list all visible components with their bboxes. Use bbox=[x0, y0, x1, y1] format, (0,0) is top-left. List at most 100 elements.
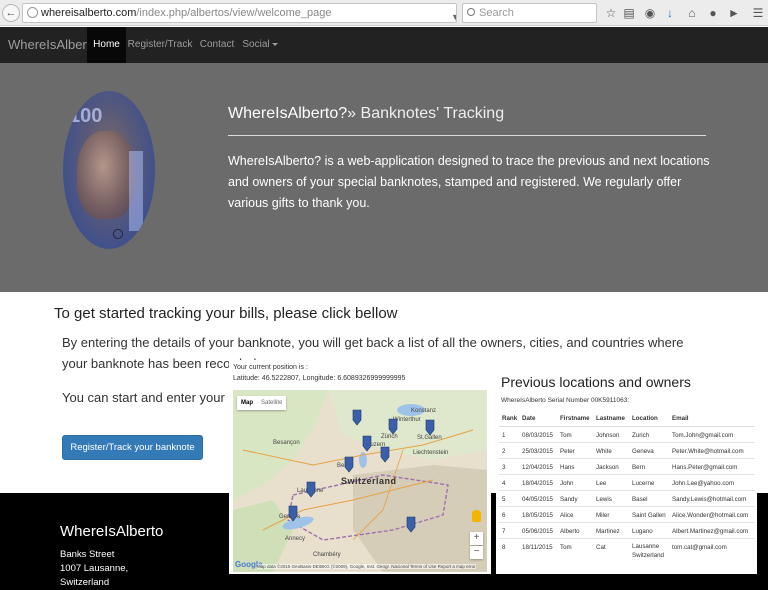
cell-lastname: Martinez bbox=[593, 521, 629, 538]
jumbotron-description: WhereIsAlberto? is a web-application des… bbox=[228, 154, 710, 210]
map-marker-2 bbox=[388, 418, 398, 435]
table-row: 5 04/05/2015 Sandy Lewis Basel Sandy.Lew… bbox=[499, 489, 755, 506]
cell-email: Sandy.Lewis@hotmail.com bbox=[669, 489, 755, 506]
cell-rank: 1 bbox=[499, 425, 519, 442]
cell-email: tom.cat@gmail.com bbox=[669, 537, 755, 560]
cell-firstname: Hans bbox=[557, 457, 593, 474]
cell-lastname: Lee bbox=[593, 473, 629, 490]
cell-email: Hans.Peter@gmail.com bbox=[669, 457, 755, 474]
table-row: 2 25/03/2015 Peter White Geneva Peter.Wh… bbox=[499, 441, 755, 458]
table-row: 7 05/06/2015 Alberto Martinez Lugano Alb… bbox=[499, 521, 755, 538]
map-view[interactable]: Map Satellite Konstanz Winterthur Zürich … bbox=[233, 390, 487, 572]
cell-location: Zurich bbox=[629, 425, 669, 442]
footer-brand: WhereIsAlberto bbox=[60, 523, 164, 540]
cell-firstname: Tom bbox=[557, 425, 593, 442]
search-placeholder: Search bbox=[479, 7, 514, 19]
cell-email: Peter.White@hotmail.com bbox=[669, 441, 755, 458]
browser-toolbar: ← whereisalberto.com/index.php/albertos/… bbox=[0, 0, 768, 26]
cell-firstname: Alberto bbox=[557, 521, 593, 538]
url-path: /index.php/albertos/view/welcome_page bbox=[136, 7, 332, 19]
nav-item-register-track[interactable]: Register/Track bbox=[126, 27, 194, 63]
cell-lastname: Miler bbox=[593, 505, 629, 522]
map-attribution[interactable]: Map data ©2015 GeoBasis-DE/BKG (©2009), … bbox=[257, 564, 476, 569]
owners-table: Rank Date Firstname Lastname Location Em… bbox=[499, 411, 755, 560]
nav-item-home[interactable]: Home bbox=[87, 27, 126, 63]
table-row: 1 08/03/2015 Tom Johnson Zurich Tom.John… bbox=[499, 425, 755, 442]
extension-icon[interactable]: ► bbox=[726, 5, 742, 21]
cell-email: Alice.Wonder@hotmail.com bbox=[669, 505, 755, 522]
pegman-icon[interactable] bbox=[472, 510, 481, 522]
footer-address-country: Switzerland bbox=[60, 577, 110, 588]
map-marker-7 bbox=[306, 481, 316, 498]
banknote-stripe bbox=[129, 151, 143, 231]
cell-location: Lucerne bbox=[629, 473, 669, 490]
cell-rank: 4 bbox=[499, 473, 519, 490]
cell-date: 18/11/2015 bbox=[519, 537, 557, 560]
cell-firstname: Peter bbox=[557, 441, 593, 458]
getting-started-heading: To get started tracking your bills, plea… bbox=[54, 305, 398, 322]
register-track-button[interactable]: Register/Track your banknote now! bbox=[62, 435, 203, 476]
pocket-icon[interactable]: ◉ bbox=[642, 5, 658, 21]
jumbotron: 100 WhereIsAlberto?» Banknotes' Tracking… bbox=[0, 63, 768, 292]
cell-lastname: White bbox=[593, 441, 629, 458]
cell-rank: 2 bbox=[499, 441, 519, 458]
banknote-ring bbox=[113, 229, 123, 239]
navbar: WhereIsAlberto Home Register/Track Conta… bbox=[0, 27, 768, 63]
url-host: whereisalberto.com bbox=[41, 7, 137, 19]
map-marker-6 bbox=[344, 456, 354, 473]
table-row: 8 18/11/2015 Tom Cat Lausanne Switzerlan… bbox=[499, 537, 755, 560]
cell-rank: 5 bbox=[499, 489, 519, 506]
map-marker-1 bbox=[352, 409, 362, 426]
cell-rank: 7 bbox=[499, 521, 519, 538]
cell-date: 04/05/2015 bbox=[519, 489, 557, 506]
divider bbox=[228, 135, 706, 136]
position-label: Your current position is : bbox=[233, 364, 308, 371]
cell-firstname: Tom bbox=[557, 537, 593, 560]
menu-icon[interactable]: ☰ bbox=[750, 5, 766, 21]
back-button[interactable]: ← bbox=[2, 4, 20, 22]
url-bar[interactable]: whereisalberto.com/index.php/albertos/vi… bbox=[22, 3, 457, 23]
social-label: Social bbox=[242, 39, 270, 50]
map-marker-5 bbox=[380, 446, 390, 463]
map-marker-8 bbox=[288, 505, 298, 522]
banknote-denomination: 100 bbox=[69, 105, 103, 127]
cell-email: Albert.Martinez@gmail.com bbox=[669, 521, 755, 538]
cell-firstname: Alice bbox=[557, 505, 593, 522]
cell-rank: 6 bbox=[499, 505, 519, 522]
zoom-out-button[interactable]: − bbox=[470, 546, 483, 559]
jumbotron-subtitle: » Banknotes' Tracking bbox=[347, 105, 505, 122]
search-icon bbox=[467, 8, 475, 16]
cell-lastname: Lewis bbox=[593, 489, 629, 506]
reading-list-icon[interactable]: ▤ bbox=[621, 5, 637, 21]
cell-location: Geneva bbox=[629, 441, 669, 458]
col-firstname: Firstname bbox=[557, 411, 593, 427]
cell-location: Lausanne Switzerland bbox=[629, 537, 669, 560]
cell-location: Basel bbox=[629, 489, 669, 506]
download-icon[interactable]: ↓ bbox=[662, 5, 678, 21]
col-location: Location bbox=[629, 411, 669, 427]
map-marker-4 bbox=[362, 435, 372, 452]
cell-location: Saint Gallen bbox=[629, 505, 669, 522]
map-marker-9 bbox=[406, 516, 416, 533]
cell-location: Lugano bbox=[629, 521, 669, 538]
home-icon[interactable]: ⌂ bbox=[684, 5, 700, 21]
cell-date: 25/03/2015 bbox=[519, 441, 557, 458]
caret-down-icon bbox=[271, 42, 278, 46]
table-row: 3 12/04/2015 Hans Jackson Bern Hans.Pete… bbox=[499, 457, 755, 474]
navbar-brand[interactable]: WhereIsAlberto bbox=[8, 27, 98, 63]
col-email: Email bbox=[669, 411, 755, 427]
cell-rank: 3 bbox=[499, 457, 519, 474]
footer-address-street: Banks Street bbox=[60, 549, 115, 560]
search-input[interactable]: Search bbox=[462, 3, 597, 23]
zoom-in-button[interactable]: + bbox=[470, 532, 483, 545]
chevron-down-icon[interactable]: ▼ bbox=[451, 8, 456, 22]
chat-icon[interactable]: ● bbox=[705, 5, 721, 21]
bookmark-star-icon[interactable]: ☆ bbox=[603, 5, 619, 21]
nav-item-contact[interactable]: Contact bbox=[195, 27, 239, 63]
cell-email: John.Lee@yahoo.com bbox=[669, 473, 755, 490]
cell-date: 18/05/2015 bbox=[519, 505, 557, 522]
cell-firstname: Sandy bbox=[557, 489, 593, 506]
nav-item-social[interactable]: Social bbox=[240, 27, 280, 63]
start-paragraph: You can start and enter your ow bbox=[62, 390, 232, 405]
portrait-shape bbox=[77, 131, 135, 219]
